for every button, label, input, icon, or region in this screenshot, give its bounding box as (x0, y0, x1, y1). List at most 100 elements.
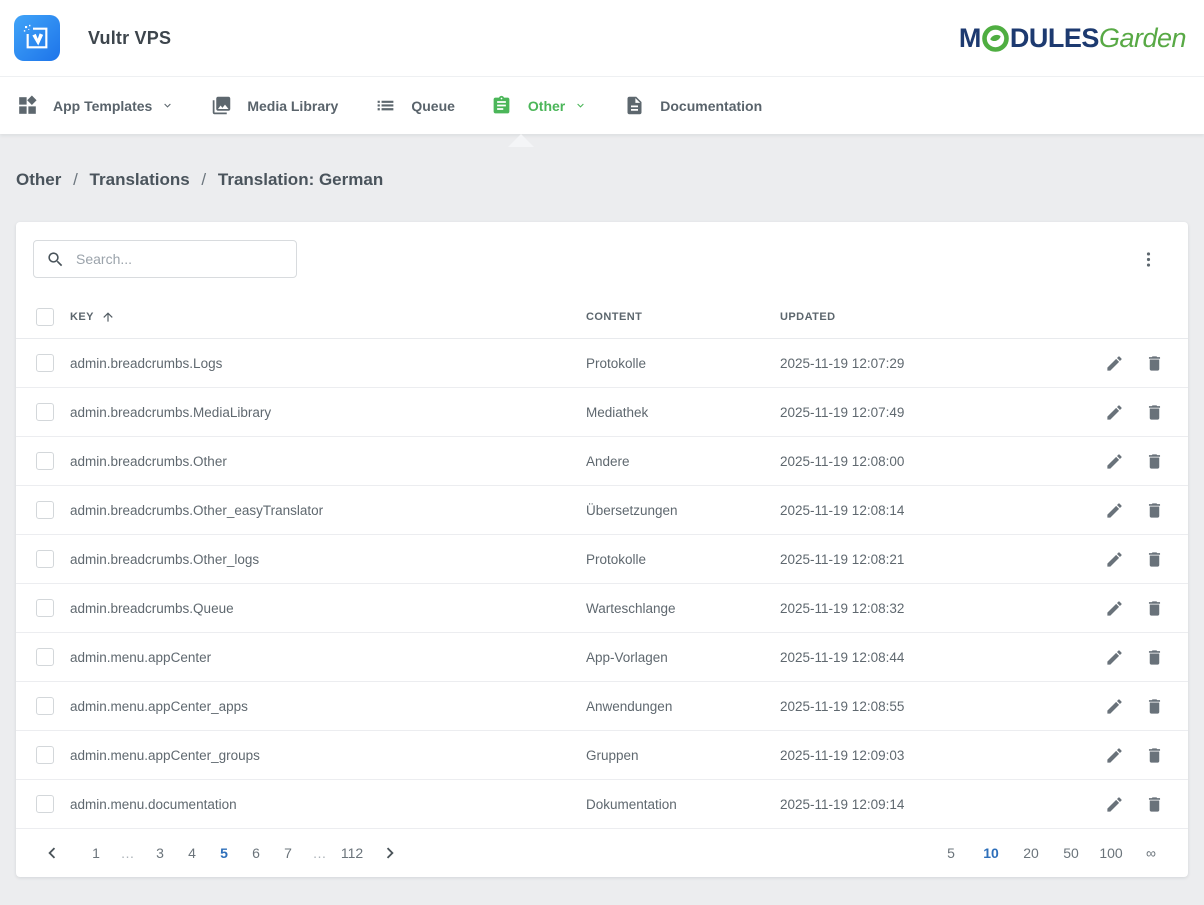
edit-button[interactable] (1104, 500, 1124, 520)
edit-button[interactable] (1104, 598, 1124, 618)
page-size-button[interactable]: 5 (931, 841, 971, 865)
trash-icon (1145, 501, 1164, 520)
page-title: Vultr VPS (88, 28, 171, 49)
table-row: admin.breadcrumbs.Logs Protokolle 2025-1… (16, 339, 1188, 388)
row-checkbox[interactable] (36, 403, 54, 421)
nav-item-app-templates[interactable]: App Templates (16, 95, 174, 117)
row-updated: 2025-11-19 12:08:44 (780, 650, 1080, 665)
nav-item-media-library[interactable]: Media Library (210, 95, 338, 117)
page-button[interactable]: 1 (80, 841, 112, 865)
table-row: admin.breadcrumbs.Other_logs Protokolle … (16, 535, 1188, 584)
page-button[interactable]: 5 (208, 841, 240, 865)
breadcrumb-separator: / (201, 170, 206, 189)
column-header-key[interactable]: KEY (70, 310, 586, 324)
pencil-icon (1105, 501, 1124, 520)
row-checkbox[interactable] (36, 697, 54, 715)
row-checkbox[interactable] (36, 746, 54, 764)
row-content: Protokolle (586, 356, 780, 371)
delete-button[interactable] (1144, 794, 1164, 814)
brand-text-m: M (959, 23, 981, 54)
app-header: Vultr VPS M DULES Garden (0, 0, 1204, 77)
trash-icon (1145, 746, 1164, 765)
page-button[interactable]: 3 (144, 841, 176, 865)
row-updated: 2025-11-19 12:09:14 (780, 797, 1080, 812)
more-options-button[interactable] (1135, 246, 1161, 272)
edit-button[interactable] (1104, 745, 1124, 765)
page-button[interactable]: 7 (272, 841, 304, 865)
delete-button[interactable] (1144, 598, 1164, 618)
page-button[interactable]: 6 (240, 841, 272, 865)
row-checkbox[interactable] (36, 599, 54, 617)
brand-text-dules: DULES (1010, 23, 1099, 54)
row-checkbox[interactable] (36, 648, 54, 666)
search-input[interactable] (76, 251, 284, 267)
chevron-down-icon (574, 99, 587, 112)
page-size-button[interactable]: 100 (1091, 841, 1131, 865)
next-page-button[interactable] (378, 841, 402, 865)
nav-item-other[interactable]: Other (491, 95, 587, 117)
row-key: admin.breadcrumbs.Other_logs (70, 552, 586, 567)
breadcrumb-item-other[interactable]: Other (16, 170, 61, 189)
nav-item-documentation[interactable]: Documentation (623, 95, 762, 117)
delete-button[interactable] (1144, 549, 1164, 569)
column-header-updated[interactable]: UPDATED (780, 311, 1080, 323)
select-all-checkbox[interactable] (36, 308, 54, 326)
page-size-button[interactable]: 20 (1011, 841, 1051, 865)
breadcrumb-item-translations[interactable]: Translations (90, 170, 190, 189)
page-button[interactable]: 112 (336, 841, 368, 865)
delete-button[interactable] (1144, 500, 1164, 520)
page-size-button[interactable]: 10 (971, 841, 1011, 865)
nav-label: Media Library (247, 98, 338, 114)
edit-button[interactable] (1104, 353, 1124, 373)
column-header-content[interactable]: CONTENT (586, 311, 780, 323)
edit-button[interactable] (1104, 794, 1124, 814)
row-content: Warteschlange (586, 601, 780, 616)
row-updated: 2025-11-19 12:07:29 (780, 356, 1080, 371)
previous-page-button[interactable] (40, 841, 64, 865)
delete-button[interactable] (1144, 402, 1164, 422)
edit-button[interactable] (1104, 549, 1124, 569)
delete-button[interactable] (1144, 745, 1164, 765)
table-body: admin.breadcrumbs.Logs Protokolle 2025-1… (16, 339, 1188, 829)
page-button[interactable]: 4 (176, 841, 208, 865)
edit-button[interactable] (1104, 402, 1124, 422)
edit-button[interactable] (1104, 696, 1124, 716)
pencil-icon (1105, 697, 1124, 716)
table-header-row: KEY CONTENT UPDATED (16, 296, 1188, 339)
row-updated: 2025-11-19 12:09:03 (780, 748, 1080, 763)
modulesgarden-logo: M DULES Garden (959, 23, 1186, 54)
row-key: admin.menu.documentation (70, 797, 586, 812)
table-row: admin.menu.appCenter_groups Gruppen 2025… (16, 731, 1188, 780)
delete-button[interactable] (1144, 451, 1164, 471)
pencil-icon (1105, 795, 1124, 814)
row-checkbox[interactable] (36, 501, 54, 519)
row-content: Übersetzungen (586, 503, 780, 518)
page-button: … (304, 841, 336, 865)
clipboard-icon (491, 95, 513, 117)
row-checkbox[interactable] (36, 795, 54, 813)
row-key: admin.breadcrumbs.Queue (70, 601, 586, 616)
row-checkbox[interactable] (36, 550, 54, 568)
delete-button[interactable] (1144, 353, 1164, 373)
table-row: admin.breadcrumbs.Other Andere 2025-11-1… (16, 437, 1188, 486)
page-size-button[interactable]: 50 (1051, 841, 1091, 865)
edit-button[interactable] (1104, 451, 1124, 471)
row-content: App-Vorlagen (586, 650, 780, 665)
delete-button[interactable] (1144, 647, 1164, 667)
delete-button[interactable] (1144, 696, 1164, 716)
table-row: admin.breadcrumbs.Other_easyTranslator Ü… (16, 486, 1188, 535)
row-checkbox[interactable] (36, 354, 54, 372)
pagination-bar: 1 … 3 4 5 6 7 … 112 (16, 829, 1188, 877)
document-icon (623, 95, 645, 117)
row-checkbox[interactable] (36, 452, 54, 470)
pencil-icon (1105, 403, 1124, 422)
nav-label: Documentation (660, 98, 762, 114)
nav-label: Other (528, 98, 565, 114)
app-templates-icon (16, 95, 38, 117)
edit-button[interactable] (1104, 647, 1124, 667)
row-updated: 2025-11-19 12:07:49 (780, 405, 1080, 420)
page-size-button[interactable]: ∞ (1131, 841, 1171, 865)
table-toolbar (16, 222, 1188, 296)
brand-text-garden: Garden (1099, 23, 1186, 54)
nav-item-queue[interactable]: Queue (374, 95, 455, 117)
